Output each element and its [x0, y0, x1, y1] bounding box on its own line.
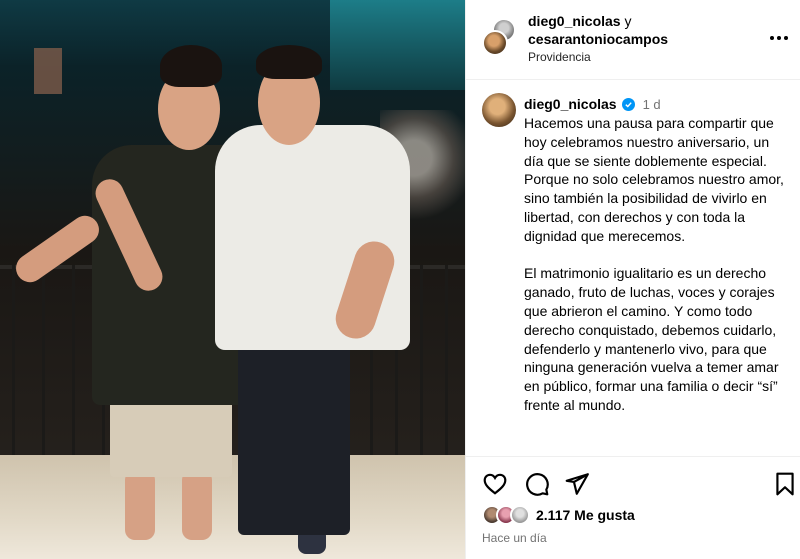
connector-text: y: [620, 13, 632, 29]
comment-button[interactable]: [524, 471, 552, 499]
likes-summary: 2.117 Me gusta: [482, 505, 635, 525]
caption-time[interactable]: 1 d: [643, 97, 661, 112]
caption-author-line: dieg0_nicolas 1 d: [524, 95, 661, 113]
username-link[interactable]: cesarantoniocampos: [528, 31, 668, 47]
verified-badge-icon: [621, 97, 635, 111]
username-link[interactable]: dieg0_nicolas: [528, 13, 621, 29]
caption-paragraph: El matrimonio igualitario es un derecho …: [524, 265, 779, 413]
location-link[interactable]: Providencia: [528, 50, 591, 64]
heart-icon: [483, 473, 507, 495]
save-button[interactable]: [772, 471, 800, 499]
caption-area: dieg0_nicolas 1 d Hacemos una pausa para…: [466, 81, 800, 456]
photo-floor: [0, 455, 465, 559]
caption-username[interactable]: dieg0_nicolas: [524, 96, 617, 112]
collab-avatars[interactable]: [482, 18, 516, 60]
caption-text: Hacemos una pausa para compartir que hoy…: [524, 114, 786, 415]
caption-paragraph: Porque no solo celebramos nuestro amor, …: [524, 171, 784, 244]
avatar[interactable]: [482, 93, 516, 127]
photo-window: [34, 48, 62, 94]
send-icon: [565, 473, 589, 495]
more-options-button[interactable]: [765, 26, 793, 50]
avatar[interactable]: [482, 30, 508, 56]
post-header: dieg0_nicolas y cesarantoniocampos Provi…: [466, 0, 800, 80]
caption-paragraph: Hacemos una pausa para compartir que hoy…: [524, 115, 774, 169]
bookmark-icon: [776, 472, 794, 496]
post-photo[interactable]: [0, 0, 465, 559]
post-side-panel: dieg0_nicolas y cesarantoniocampos Provi…: [465, 0, 800, 559]
photo-sky: [330, 0, 465, 90]
likes-count[interactable]: 2.117 Me gusta: [536, 507, 635, 523]
share-button[interactable]: [564, 471, 592, 499]
collab-usernames: dieg0_nicolas y cesarantoniocampos: [528, 12, 758, 48]
action-bar: 2.117 Me gusta Hace un día: [466, 456, 800, 559]
avatar[interactable]: [510, 505, 530, 525]
more-icon: [770, 36, 788, 40]
comment-icon: [526, 473, 549, 496]
post-timestamp[interactable]: Hace un día: [482, 531, 547, 545]
like-button[interactable]: [482, 471, 510, 499]
